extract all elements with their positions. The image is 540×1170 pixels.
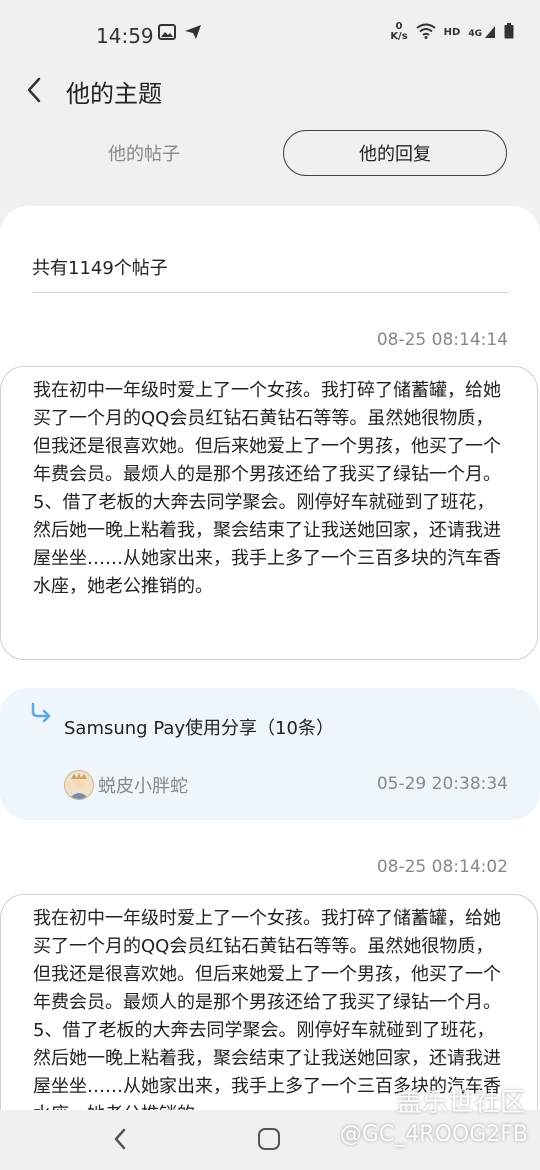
reply-list[interactable]: 共有1149个帖子 08-25 08:14:14 我在初中一年级时爱上了一个女孩… — [0, 206, 540, 1110]
quoted-post-time: 05-29 20:38:34 — [376, 774, 508, 794]
app-bar: 他的主题 — [0, 72, 540, 128]
watermark-handle: @GC_4ROOG2FB — [339, 1122, 528, 1147]
chevron-left-icon — [27, 77, 41, 103]
battery-icon — [504, 22, 514, 42]
send-icon — [184, 24, 202, 44]
status-notification-icons — [150, 24, 202, 44]
reply-timestamp: 08-25 08:14:14 — [376, 330, 508, 350]
quoted-post[interactable]: Samsung Pay使用分享（10条） 蜕皮小胖蛇 05-29 20:38:3… — [0, 688, 540, 820]
hd-label: HD — [443, 26, 461, 38]
wifi-icon — [416, 23, 436, 42]
reply-content[interactable]: 我在初中一年级时爱上了一个女孩。我打碎了储蓄罐，给她买了一个月的QQ会员红钻石黄… — [0, 366, 538, 660]
quoted-post-title: Samsung Pay使用分享（10条） — [64, 718, 334, 739]
chevron-left-icon — [114, 1128, 126, 1150]
nav-home-button[interactable] — [258, 1128, 280, 1150]
status-system-icons: 0 K/s HD 4G — [390, 22, 514, 42]
avatar[interactable] — [64, 770, 94, 800]
reply-content[interactable]: 我在初中一年级时爱上了一个女孩。我打碎了储蓄罐，给她买了一个月的QQ会员红钻石黄… — [0, 894, 538, 1110]
page-title: 他的主题 — [66, 80, 162, 108]
post-count: 共有1149个帖子 — [32, 258, 168, 279]
signal-icon: 4G — [468, 25, 496, 39]
status-time: 14:59 — [96, 24, 154, 48]
gallery-icon — [158, 24, 176, 44]
watermark-community: 盖乐世社区 — [395, 1088, 526, 1118]
tab-his-posts[interactable]: 他的帖子 — [32, 130, 256, 176]
nav-back-button[interactable] — [110, 1126, 130, 1156]
reply-arrow-icon — [30, 702, 52, 728]
status-bar: 14:59 0 K/s HD 4G — [0, 0, 540, 72]
tab-bar: 他的帖子 他的回复 — [0, 128, 540, 180]
divider — [32, 292, 508, 293]
network-speed: 0 K/s — [390, 21, 408, 42]
tab-his-replies[interactable]: 他的回复 — [283, 130, 507, 176]
reply-timestamp: 08-25 08:14:02 — [376, 857, 508, 877]
back-button[interactable] — [18, 74, 50, 106]
author-name[interactable]: 蜕皮小胖蛇 — [98, 772, 188, 798]
